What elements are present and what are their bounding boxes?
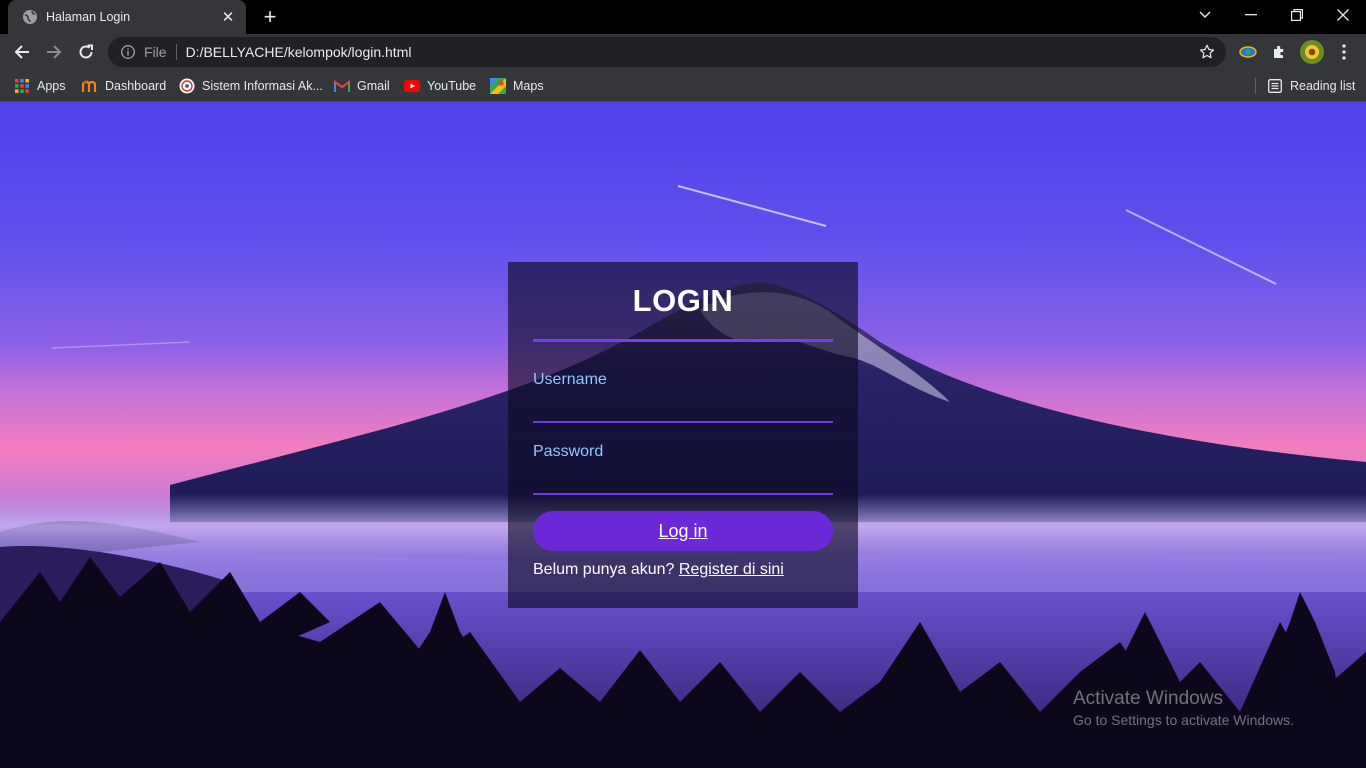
kebab-menu-icon [1342, 44, 1346, 60]
address-divider [175, 44, 177, 60]
restore-icon [1291, 9, 1303, 21]
avatar-icon [1300, 40, 1324, 64]
tab-title: Halaman Login [46, 10, 131, 24]
reading-list-label: Reading list [1290, 79, 1356, 93]
browser-menu-button[interactable] [1331, 39, 1357, 65]
password-field: Password [533, 443, 833, 495]
university-icon [179, 78, 195, 94]
bookmark-star-button[interactable] [1192, 37, 1222, 67]
apps-grid-icon [14, 78, 30, 94]
extension-eye-icon [1239, 46, 1257, 58]
register-prompt: Belum punya akun? Register di sini [533, 561, 833, 579]
browser-tab[interactable]: Halaman Login ✕ [8, 0, 246, 34]
close-tab-icon[interactable]: ✕ [220, 8, 236, 26]
arrow-left-icon [14, 45, 29, 59]
bookmark-gmail[interactable]: Gmail [334, 76, 390, 96]
username-input[interactable] [533, 393, 833, 423]
reading-list-icon [1267, 78, 1283, 94]
minimize-icon [1245, 14, 1257, 16]
bookmark-apps[interactable]: Apps [14, 76, 66, 96]
bookmark-label: YouTube [427, 79, 477, 93]
bookmarks-divider [1255, 78, 1256, 94]
browser-toolbar: File D:/BELLYACHE/kelompok/login.html [0, 34, 1366, 70]
restore-button[interactable] [1274, 0, 1320, 30]
star-icon [1199, 44, 1215, 59]
bookmark-label: Maps [513, 79, 544, 93]
password-label: Password [533, 443, 604, 460]
activate-windows-watermark: Activate Windows Go to Settings to activ… [1073, 688, 1294, 728]
scheme-label: File [144, 44, 167, 60]
extensions-button[interactable] [1267, 39, 1293, 65]
youtube-icon [404, 78, 420, 94]
tab-search-button[interactable] [1182, 0, 1228, 30]
bookmark-sistem-informasi[interactable]: Sistem Informasi Ak... [179, 76, 323, 96]
new-tab-button[interactable]: + [256, 4, 284, 30]
moodle-icon [82, 78, 98, 94]
puzzle-icon [1274, 45, 1284, 58]
reload-button[interactable] [71, 37, 101, 67]
reading-list-button[interactable]: Reading list [1267, 76, 1355, 96]
username-field: Username [533, 371, 833, 423]
page-viewport: LOGIN Username Password Log in Belum pun… [0, 102, 1366, 768]
bookmark-label: Dashboard [105, 79, 167, 93]
extension-button[interactable] [1235, 39, 1261, 65]
maps-icon [490, 78, 506, 94]
register-link[interactable]: Register di sini [679, 561, 784, 578]
watermark-title: Activate Windows [1073, 688, 1223, 709]
register-prompt-text: Belum punya akun? [533, 561, 675, 578]
chevron-down-icon [1199, 11, 1211, 18]
title-divider [533, 339, 833, 342]
tab-strip: Halaman Login ✕ + [0, 0, 1366, 34]
info-icon[interactable] [120, 44, 136, 60]
arrow-right-icon [47, 45, 62, 59]
close-window-button[interactable] [1320, 0, 1366, 30]
url-text[interactable]: D:/BELLYACHE/kelompok/login.html [186, 44, 1192, 60]
reload-icon [79, 44, 93, 59]
bookmarks-bar: Apps Dashboard Sistem Informasi Ak... Gm… [0, 70, 1366, 102]
bookmark-label: Apps [37, 79, 66, 93]
login-title: LOGIN [632, 283, 734, 318]
gmail-icon [334, 78, 350, 94]
username-label: Username [533, 371, 607, 388]
profile-avatar[interactable] [1299, 39, 1325, 65]
bookmark-dashboard[interactable]: Dashboard [82, 76, 166, 96]
forward-button[interactable] [39, 37, 69, 67]
address-bar[interactable]: File D:/BELLYACHE/kelompok/login.html [108, 37, 1226, 67]
minimize-button[interactable] [1228, 0, 1274, 30]
bookmark-maps[interactable]: Maps [490, 76, 544, 96]
login-button[interactable]: Log in [533, 511, 833, 551]
close-icon [1337, 9, 1349, 21]
back-button[interactable] [7, 37, 37, 67]
password-input[interactable] [533, 465, 833, 495]
bookmark-label: Gmail [357, 79, 390, 93]
bookmark-youtube[interactable]: YouTube [404, 76, 476, 96]
bookmark-label: Sistem Informasi Ak... [202, 79, 323, 93]
login-card: LOGIN Username Password Log in Belum pun… [508, 262, 858, 608]
globe-icon [22, 9, 38, 25]
watermark-subtitle: Go to Settings to activate Windows. [1073, 712, 1294, 728]
